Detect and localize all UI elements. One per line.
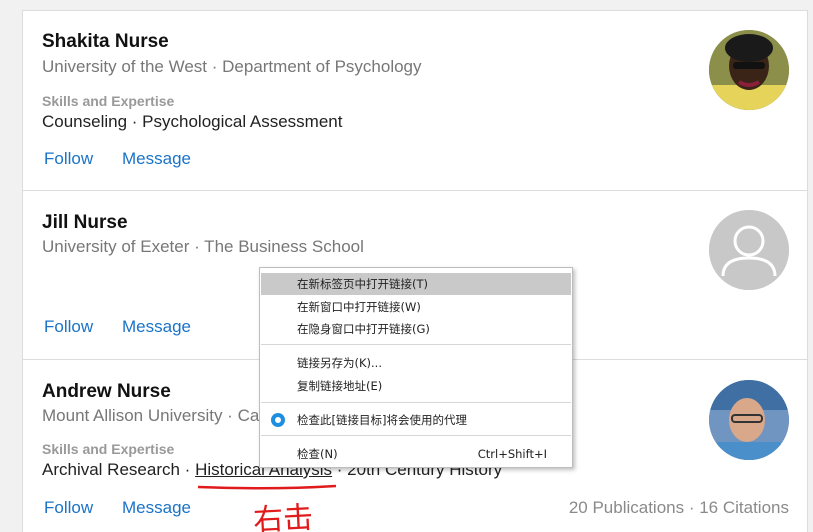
menu-divider <box>261 402 571 403</box>
menu-open-new-window[interactable]: 在新窗口中打开链接(W) <box>261 296 571 318</box>
menu-inspect-shortcut: Ctrl+Shift+I <box>477 447 547 461</box>
proxy-icon <box>271 413 285 427</box>
menu-inspect[interactable]: 检查(N) Ctrl+Shift+I <box>261 443 571 465</box>
menu-copy-link-address[interactable]: 复制链接地址(E) <box>261 375 571 397</box>
menu-check-proxy-label: 检查此[链接目标]将会使用的代理 <box>297 413 467 427</box>
menu-open-incognito[interactable]: 在隐身窗口中打开链接(G) <box>261 318 571 340</box>
menu-divider <box>261 435 571 436</box>
context-menu: 在新标签页中打开链接(T) 在新窗口中打开链接(W) 在隐身窗口中打开链接(G)… <box>259 267 573 468</box>
menu-save-link-as[interactable]: 链接另存为(K)... <box>261 352 571 374</box>
menu-divider <box>261 344 571 345</box>
annotation-underline-link <box>197 484 337 490</box>
menu-inspect-label: 检查(N) <box>297 447 338 461</box>
menu-check-proxy[interactable]: 检查此[链接目标]将会使用的代理 <box>261 409 571 431</box>
annotation-right-click-label: 右击 <box>252 500 315 532</box>
menu-open-new-tab[interactable]: 在新标签页中打开链接(T) <box>261 273 571 295</box>
